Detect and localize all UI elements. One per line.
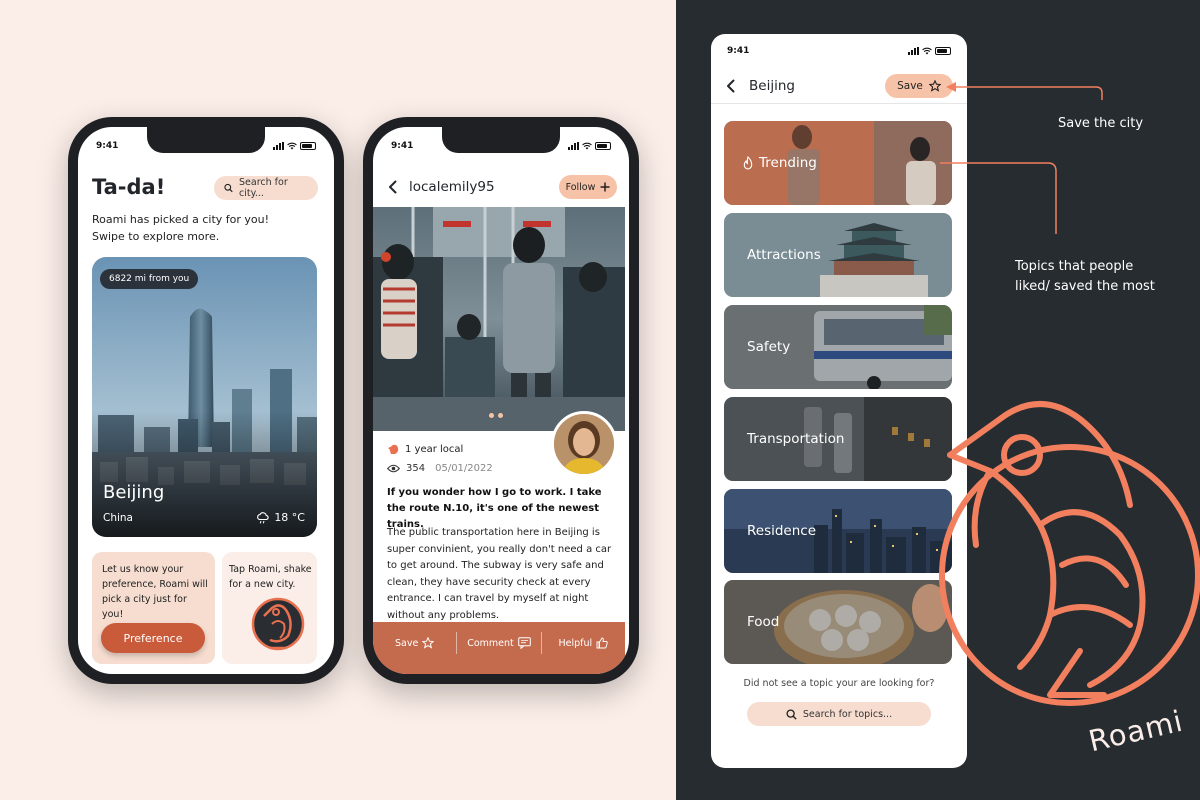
annotation-topics-line: liked/ saved the most	[1015, 279, 1155, 294]
post-body: The public transportation here in Beijin…	[387, 527, 612, 621]
comment-icon	[517, 637, 531, 649]
roami-bird-icon[interactable]	[250, 594, 306, 654]
annotation-topics: Topics that people liked/ saved the most	[1015, 257, 1155, 297]
topic-label: Trending	[742, 155, 817, 171]
phone-city-topics: 9:41 Beijing Save Trending Attractions S…	[711, 34, 967, 768]
cloud-rain-icon	[257, 511, 269, 523]
shake-card[interactable]: Tap Roami, shake for a new city.	[222, 552, 317, 664]
flame-icon	[743, 156, 753, 170]
helpful-button[interactable]: Helpful	[540, 632, 625, 654]
page-title: Ta-da!	[92, 175, 166, 199]
post-photo[interactable]	[373, 207, 625, 431]
phone-screen: 9:41 Ta-da! Search for city... Roami has…	[78, 127, 334, 674]
back-arrow-icon[interactable]	[385, 179, 401, 195]
arrow-head-icon	[946, 82, 956, 92]
topic-label: Safety	[747, 339, 791, 355]
status-bar: 9:41	[391, 139, 611, 153]
city-title: Beijing	[749, 78, 795, 94]
battery-icon	[300, 142, 316, 150]
subtitle-line: Swipe to explore more.	[92, 230, 220, 243]
not-found-text: Did not see a topic your are looking for…	[743, 678, 935, 689]
battery-icon	[935, 47, 951, 55]
status-bar: 9:41	[96, 139, 316, 153]
city-card[interactable]: 6822 mi from you Beijing China 18 °C	[92, 257, 317, 537]
subtitle-line: Roami has picked a city for you!	[92, 213, 270, 226]
avatar[interactable]	[551, 411, 617, 477]
status-time: 9:41	[391, 141, 414, 151]
eye-icon	[387, 464, 400, 473]
phone-screen: 9:41 localemily95 Follow 1 year local 35…	[373, 127, 629, 674]
annotation-save-city: Save the city	[1058, 116, 1144, 131]
search-placeholder: Search for city...	[239, 177, 288, 199]
topic-label: Attractions	[747, 247, 821, 263]
post-date: 05/01/2022	[435, 463, 493, 474]
back-arrow-icon[interactable]	[723, 78, 739, 94]
local-tag-text: 1 year local	[405, 443, 464, 455]
subway-photo	[373, 207, 625, 431]
temperature-value: 18 °C	[274, 511, 305, 524]
signal-icon	[908, 47, 919, 55]
subtitle: Roami has picked a city for you! Swipe t…	[92, 211, 302, 245]
phone-post-detail: 9:41 localemily95 Follow 1 year local 35…	[363, 117, 639, 684]
roami-bird-badge-icon	[388, 444, 399, 454]
save-post-label: Save	[395, 637, 419, 649]
plus-icon	[600, 182, 610, 192]
topic-label-text: Trending	[759, 155, 817, 171]
status-time: 9:41	[727, 46, 750, 56]
follow-label: Follow	[565, 181, 596, 193]
annotation-connectors	[940, 82, 1103, 234]
distance-badge: 6822 mi from you	[100, 269, 199, 289]
wifi-icon	[922, 47, 932, 55]
wifi-icon	[582, 142, 592, 150]
topic-card-trending[interactable]: Trending	[724, 121, 952, 205]
city-header: Beijing Save	[711, 72, 967, 104]
annotation-topics-line: Topics that people	[1015, 259, 1134, 274]
topic-label: Transportation	[747, 431, 845, 447]
status-bar: 9:41	[727, 44, 951, 58]
city-search-input[interactable]: Search for city...	[214, 176, 318, 200]
battery-icon	[595, 142, 611, 150]
post-action-bar: Save Comment Helpful	[373, 622, 625, 674]
topic-label: Food	[747, 614, 780, 630]
topic-search-placeholder: Search for topics...	[802, 708, 893, 720]
preference-button[interactable]: Preference	[101, 623, 205, 653]
local-tag: 1 year local	[387, 443, 463, 455]
signal-icon	[568, 142, 579, 150]
roami-logo-icon	[939, 401, 1200, 706]
city-name: Beijing	[103, 482, 165, 503]
save-city-label: Save	[897, 80, 923, 92]
save-post-button[interactable]: Save	[373, 632, 456, 654]
signal-icon	[273, 142, 284, 150]
comment-label: Comment	[467, 637, 514, 649]
helpful-label: Helpful	[558, 637, 593, 649]
topic-search-input[interactable]: Search for topics...	[747, 702, 931, 726]
preference-text: Let us know your preference, Roami will …	[102, 564, 208, 620]
topic-card-transportation[interactable]: Transportation	[724, 397, 952, 481]
shake-text: Tap Roami, shake for a new city.	[229, 564, 312, 590]
status-time: 9:41	[96, 141, 119, 151]
temperature: 18 °C	[256, 511, 305, 524]
post-meta: 354 05/01/2022	[387, 463, 493, 474]
search-icon	[224, 183, 233, 193]
post-header: localemily95 Follow	[373, 169, 629, 205]
topic-card-attractions[interactable]: Attractions	[724, 213, 952, 297]
follow-button[interactable]: Follow	[559, 175, 617, 199]
city-country: China	[103, 512, 133, 524]
search-icon	[786, 708, 797, 720]
username[interactable]: localemily95	[409, 179, 495, 195]
topic-card-safety[interactable]: Safety	[724, 305, 952, 389]
avatar-image	[554, 414, 614, 474]
view-count: 354	[406, 463, 426, 474]
star-icon	[422, 637, 435, 649]
thumbs-up-icon	[596, 637, 608, 649]
comment-button[interactable]: Comment	[456, 632, 540, 654]
wifi-icon	[287, 142, 297, 150]
topic-card-food[interactable]: Food	[724, 580, 952, 664]
phone-city-picker: 9:41 Ta-da! Search for city... Roami has…	[68, 117, 344, 684]
carousel-dots	[489, 413, 503, 418]
preference-card: Let us know your preference, Roami will …	[92, 552, 215, 664]
topic-card-residence[interactable]: Residence	[724, 489, 952, 573]
topic-label: Residence	[747, 523, 817, 539]
